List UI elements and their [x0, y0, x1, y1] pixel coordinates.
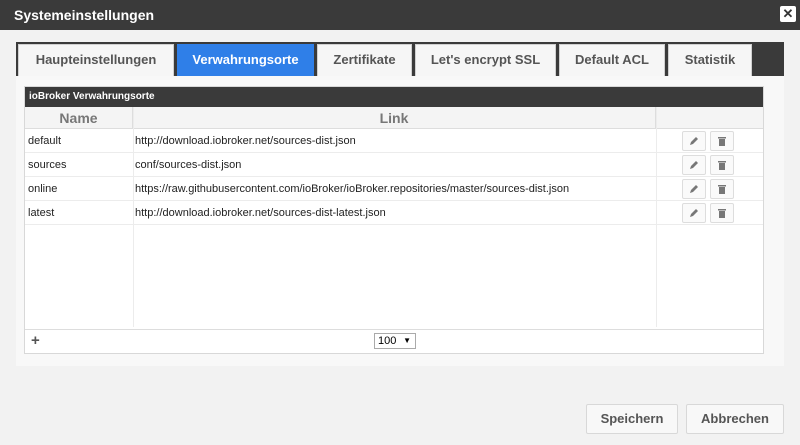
- table-row[interactable]: online https://raw.githubusercontent.com…: [25, 177, 763, 201]
- pencil-icon: [690, 209, 698, 217]
- tab-haupteinstellungen[interactable]: Haupteinstellungen: [18, 44, 174, 76]
- tab-zertifikate[interactable]: Zertifikate: [317, 44, 412, 76]
- trash-icon: [718, 185, 726, 194]
- repo-name: latest: [28, 207, 55, 219]
- delete-button[interactable]: [710, 155, 734, 175]
- edit-button[interactable]: [682, 131, 706, 151]
- page-size-select[interactable]: 100 ▼: [374, 333, 416, 349]
- add-repository-button[interactable]: +: [31, 332, 40, 349]
- pencil-icon: [690, 185, 698, 193]
- repo-link: https://raw.githubusercontent.com/ioBrok…: [135, 183, 570, 195]
- edit-button[interactable]: [682, 179, 706, 199]
- repo-name: sources: [28, 159, 67, 171]
- dialog-title: Systemeinstellungen: [14, 7, 155, 23]
- column-header-actions: [656, 107, 763, 129]
- tab-lets-encrypt-ssl[interactable]: Let's encrypt SSL: [415, 44, 556, 76]
- pencil-icon: [690, 161, 698, 169]
- close-button[interactable]: ✕: [780, 6, 796, 22]
- repo-name: default: [28, 135, 62, 147]
- grid-pager: + 100 ▼: [25, 329, 763, 353]
- pencil-icon: [690, 137, 698, 145]
- repo-name: online: [28, 183, 58, 195]
- tab-statistik[interactable]: Statistik: [668, 44, 752, 76]
- page-size-value: 100: [378, 335, 397, 347]
- edit-button[interactable]: [682, 155, 706, 175]
- table-row[interactable]: default http://download.iobroker.net/sou…: [25, 129, 763, 153]
- repo-link: http://download.iobroker.net/sources-dis…: [135, 207, 386, 219]
- tab-verwahrungsorte[interactable]: Verwahrungsorte: [177, 44, 314, 76]
- chevron-down-icon: ▼: [403, 336, 411, 345]
- table-row[interactable]: sources conf/sources-dist.json: [25, 153, 763, 177]
- tab-default-acl[interactable]: Default ACL: [559, 44, 665, 76]
- grid-header: Name Link: [25, 107, 763, 129]
- column-header-name[interactable]: Name: [25, 107, 133, 129]
- delete-button[interactable]: [710, 179, 734, 199]
- repositories-grid: ioBroker Verwahrungsorte Name Link defau…: [24, 86, 764, 354]
- repo-link: conf/sources-dist.json: [135, 159, 242, 171]
- grid-caption: ioBroker Verwahrungsorte: [25, 87, 763, 107]
- cancel-button[interactable]: Abbrechen: [686, 404, 784, 434]
- tab-bar: Haupteinstellungen Verwahrungsorte Zerti…: [16, 42, 784, 76]
- trash-icon: [718, 161, 726, 170]
- trash-icon: [718, 137, 726, 146]
- trash-icon: [718, 209, 726, 218]
- delete-button[interactable]: [710, 131, 734, 151]
- save-button[interactable]: Speichern: [586, 404, 678, 434]
- dialog-titlebar: Systemeinstellungen ✕: [0, 0, 800, 30]
- repo-link: http://download.iobroker.net/sources-dis…: [135, 135, 356, 147]
- edit-button[interactable]: [682, 203, 706, 223]
- table-row[interactable]: latest http://download.iobroker.net/sour…: [25, 201, 763, 225]
- delete-button[interactable]: [710, 203, 734, 223]
- column-header-link[interactable]: Link: [133, 107, 656, 129]
